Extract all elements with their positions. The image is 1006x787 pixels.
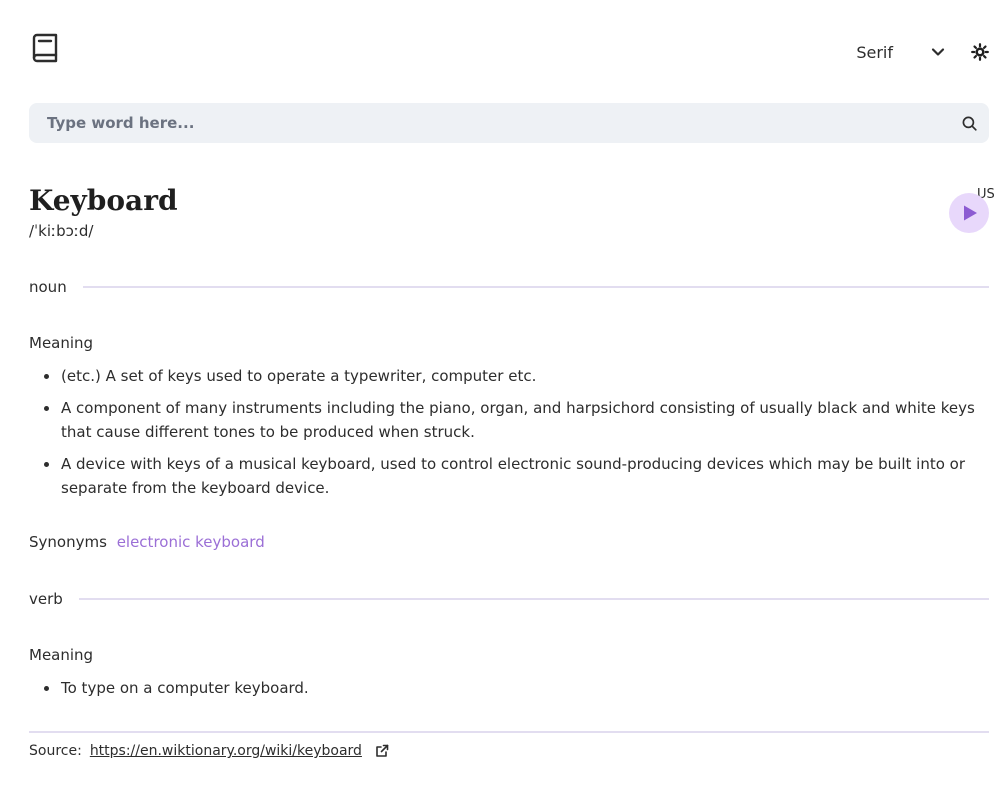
header-controls: Serif	[856, 32, 989, 72]
definition-list-noun: (etc.) A set of keys used to operate a t…	[29, 364, 989, 508]
definition-item: (etc.) A set of keys used to operate a t…	[29, 364, 989, 388]
divider	[82, 286, 989, 288]
synonym-link[interactable]: electronic keyboard	[117, 533, 265, 551]
font-select[interactable]: Serif	[856, 43, 945, 62]
meaning-heading: Meaning	[29, 646, 94, 664]
word-title: Keyboard	[29, 184, 178, 217]
synonyms-label: Synonyms	[29, 533, 107, 551]
part-of-speech-noun: noun	[29, 278, 989, 296]
search-icon[interactable]	[962, 116, 977, 131]
search-bar	[29, 103, 989, 143]
divider	[78, 598, 989, 600]
part-of-speech-label: noun	[29, 278, 67, 296]
header: Serif	[29, 32, 989, 64]
source-link[interactable]: https://en.wiktionary.org/wiki/keyboard	[90, 743, 362, 759]
font-select-value: Serif	[856, 42, 893, 62]
source-label: Source:	[29, 743, 82, 759]
definition-list-verb: To type on a computer keyboard.	[29, 676, 989, 708]
external-link-icon[interactable]	[375, 744, 389, 758]
definition-item: A component of many instruments includin…	[29, 396, 989, 444]
search-input[interactable]	[29, 103, 909, 143]
book-icon[interactable]	[31, 33, 59, 63]
part-of-speech-verb: verb	[29, 590, 989, 608]
chevron-down-icon	[931, 48, 945, 56]
play-audio-button[interactable]	[949, 193, 989, 233]
synonyms-row: Synonyms electronic keyboard	[29, 533, 265, 551]
definition-item: To type on a computer keyboard.	[29, 676, 989, 700]
sun-icon[interactable]	[971, 43, 989, 61]
footer-divider	[29, 731, 989, 733]
definition-item: A device with keys of a musical keyboard…	[29, 452, 989, 500]
phonetic: /ˈkiːbɔːd/	[29, 222, 94, 240]
meaning-heading: Meaning	[29, 334, 94, 352]
play-icon	[964, 205, 977, 221]
part-of-speech-label: verb	[29, 590, 63, 608]
source-row: Source: https://en.wiktionary.org/wiki/k…	[29, 743, 389, 759]
